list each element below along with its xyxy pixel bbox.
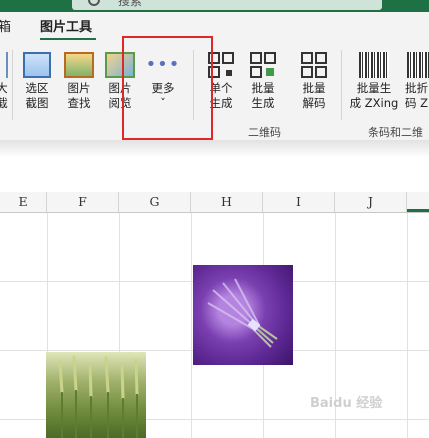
image-search-button[interactable]: 图片 查找 bbox=[62, 52, 96, 111]
ribbon-shadow bbox=[0, 140, 429, 184]
batch-zxing-2-label: 批折 bbox=[405, 81, 428, 95]
crop-label: 大 bbox=[0, 81, 8, 95]
column-header-h[interactable]: H bbox=[191, 192, 263, 212]
lavender-bouquet-drawing bbox=[207, 278, 278, 348]
ribbon: 大 截 选区 截图 图片 查找 图片 阅览 ••• 更多 ˇ 单个 生成 批量 … bbox=[0, 40, 429, 140]
barcode-icon-2 bbox=[407, 52, 429, 78]
qr-code-decode-icon bbox=[301, 52, 327, 78]
batch-decode-button[interactable]: 批量 解码 bbox=[296, 52, 332, 111]
grid-line bbox=[407, 213, 408, 438]
column-header-j[interactable]: J bbox=[335, 192, 407, 212]
batch-decode-label-2: 解码 bbox=[302, 96, 326, 110]
column-header-row: E F G H I J bbox=[0, 192, 429, 213]
group-label-barcode: 条码和二维 bbox=[368, 126, 423, 139]
tab-toolbox[interactable]: 箱 bbox=[0, 20, 11, 36]
ribbon-separator bbox=[341, 50, 342, 120]
wheat-image[interactable] bbox=[46, 352, 146, 438]
selected-column-indicator bbox=[407, 192, 429, 212]
barcode-icon bbox=[359, 52, 389, 78]
ribbon-separator bbox=[12, 50, 13, 120]
grid-line bbox=[191, 213, 192, 438]
column-header-e[interactable]: E bbox=[0, 192, 47, 212]
qr-code-batch-icon bbox=[250, 52, 276, 78]
column-header-i[interactable]: I bbox=[263, 192, 335, 212]
wheat-field-drawing bbox=[58, 355, 139, 438]
watermark: Baidu 经验 bbox=[310, 396, 383, 411]
region-capture-button[interactable]: 选区 截图 bbox=[20, 52, 54, 111]
batch-generate-button[interactable]: 批量 生成 bbox=[245, 52, 281, 111]
crop-button[interactable]: 大 截 bbox=[0, 52, 10, 111]
lavender-image[interactable] bbox=[193, 265, 293, 365]
column-header-f[interactable]: F bbox=[47, 192, 119, 212]
column-header-g[interactable]: G bbox=[119, 192, 191, 212]
batch-zxing-2-button[interactable]: 批折 码 Z bbox=[405, 52, 429, 111]
tab-picture-tools[interactable]: 图片工具 bbox=[40, 20, 92, 36]
region-capture-label: 选区 bbox=[25, 81, 49, 95]
batch-zxing-label-2: 成 ZXing bbox=[349, 96, 399, 110]
batch-generate-label-2: 生成 bbox=[251, 96, 275, 110]
batch-zxing-label: 批量生 bbox=[356, 81, 392, 95]
annotation-highlight-box bbox=[122, 36, 213, 140]
search-placeholder: 搜索 bbox=[118, 0, 143, 8]
title-bar: 搜索 bbox=[0, 0, 429, 12]
ribbon-tab-row: 箱 图片工具 bbox=[0, 12, 429, 40]
image-search-label: 图片 bbox=[67, 81, 91, 95]
group-label-qr-code: 二维码 bbox=[248, 126, 281, 139]
batch-generate-label: 批量 bbox=[251, 81, 275, 95]
crop-label-2: 截 bbox=[0, 96, 8, 110]
batch-zxing-2-label-2: 码 Z bbox=[405, 96, 429, 110]
batch-zxing-button[interactable]: 批量生 成 ZXing bbox=[348, 52, 400, 111]
image-search-label-2: 查找 bbox=[67, 96, 91, 110]
batch-decode-label: 批量 bbox=[302, 81, 326, 95]
region-capture-icon bbox=[23, 52, 51, 78]
crop-icon bbox=[0, 52, 8, 78]
region-capture-label-2: 截图 bbox=[25, 96, 49, 110]
image-search-icon bbox=[64, 52, 94, 78]
